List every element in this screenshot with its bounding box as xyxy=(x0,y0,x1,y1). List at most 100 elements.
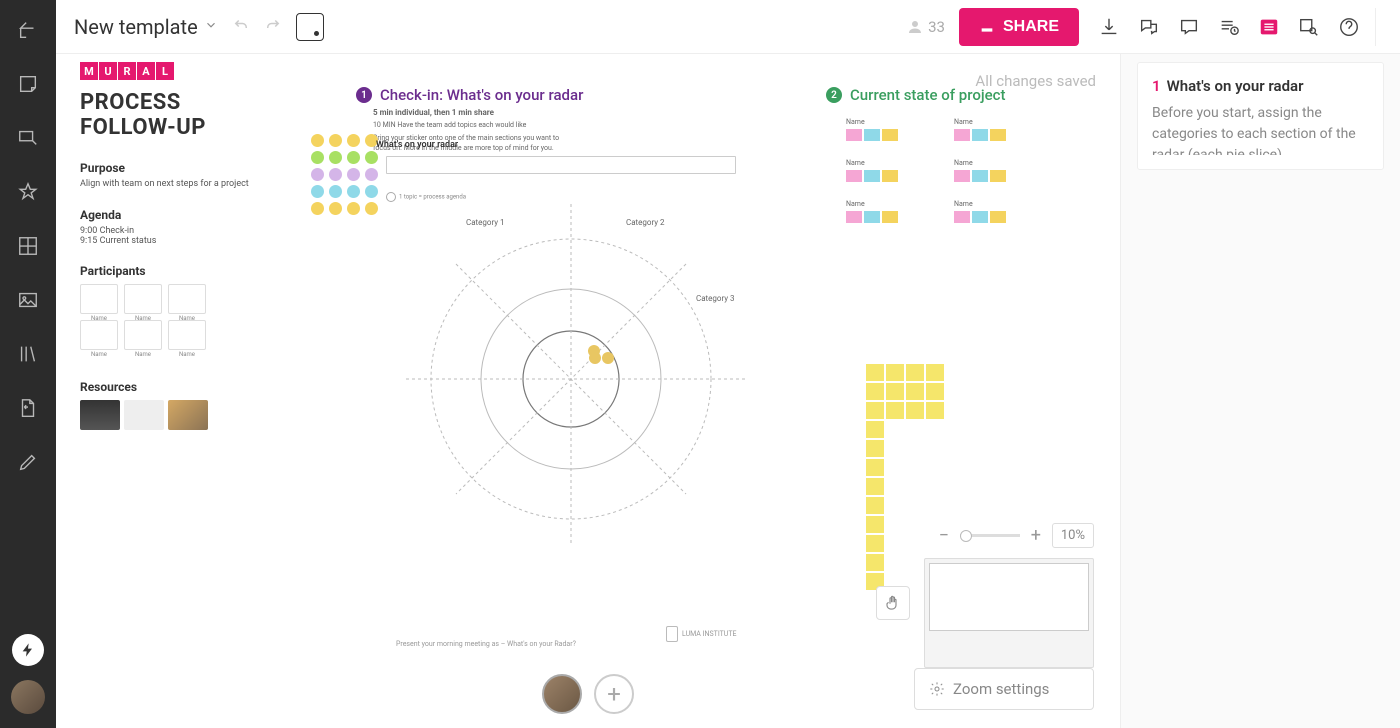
outline-icon[interactable] xyxy=(1255,13,1283,41)
dot-green[interactable] xyxy=(329,151,342,164)
resource-thumb[interactable] xyxy=(124,400,164,430)
zoom-slider[interactable]: − + 10% xyxy=(936,523,1094,548)
user-avatar[interactable] xyxy=(11,680,45,714)
sticky[interactable] xyxy=(866,554,884,571)
member-count[interactable]: 33 xyxy=(906,18,945,36)
sticky[interactable] xyxy=(906,402,924,419)
draw-icon[interactable] xyxy=(16,450,40,474)
collaborators: + xyxy=(542,674,634,714)
zoom-in-button[interactable]: + xyxy=(1028,525,1044,546)
participant-card[interactable] xyxy=(124,284,162,314)
chat-icon[interactable] xyxy=(1135,13,1163,41)
state-cell[interactable]: Name xyxy=(846,118,946,141)
import-icon[interactable] xyxy=(16,396,40,420)
sticky[interactable] xyxy=(906,383,924,400)
canvas[interactable]: All changes saved MURAL PROCESS FOLLOW-U… xyxy=(56,54,1120,728)
star-icon[interactable] xyxy=(16,180,40,204)
dot-blue[interactable] xyxy=(347,185,360,198)
title-chevron-icon[interactable] xyxy=(204,17,218,36)
radar-text-input[interactable] xyxy=(386,156,736,174)
dot-purple[interactable] xyxy=(311,168,324,181)
dot-blue[interactable] xyxy=(365,185,378,198)
export-icon[interactable] xyxy=(1095,13,1123,41)
redo-button[interactable] xyxy=(264,16,282,38)
resource-thumb[interactable] xyxy=(168,400,208,430)
state-cell[interactable]: Name xyxy=(954,118,1054,141)
dot-yellow[interactable] xyxy=(347,134,360,147)
find-icon[interactable] xyxy=(1295,13,1323,41)
sticky[interactable] xyxy=(866,402,884,419)
sticky[interactable] xyxy=(886,402,904,419)
comment-icon[interactable] xyxy=(1175,13,1203,41)
back-icon[interactable] xyxy=(16,18,40,42)
frameworks-icon[interactable] xyxy=(16,234,40,258)
sticky[interactable] xyxy=(866,440,884,457)
sticky[interactable] xyxy=(906,364,924,381)
zoom-track[interactable] xyxy=(960,534,1020,537)
image-icon[interactable] xyxy=(16,288,40,312)
dot-purple[interactable] xyxy=(365,168,378,181)
dot-yellow[interactable] xyxy=(329,134,342,147)
sticky[interactable] xyxy=(866,421,884,438)
category-3-label: Category 3 xyxy=(696,294,735,303)
collaborator-avatar[interactable] xyxy=(542,674,582,714)
dot-blue[interactable] xyxy=(329,185,342,198)
undo-button[interactable] xyxy=(232,16,250,38)
section-2-header[interactable]: 2 Current state of project xyxy=(826,86,1005,104)
sticky[interactable] xyxy=(926,364,944,381)
activity-icon[interactable] xyxy=(1215,13,1243,41)
dot-purple[interactable] xyxy=(329,168,342,181)
zoom-level[interactable]: 10% xyxy=(1052,523,1094,548)
participant-card[interactable] xyxy=(168,284,206,314)
outline-card[interactable]: 1What's on your radar Before you start, … xyxy=(1137,62,1384,170)
sticky-note-icon[interactable] xyxy=(16,72,40,96)
dot-green[interactable] xyxy=(311,151,324,164)
radar-chart[interactable]: Category 1 Category 2 Category 3 xyxy=(396,194,746,544)
shapes-icon[interactable] xyxy=(16,126,40,150)
default-sticky-button[interactable] xyxy=(296,13,324,41)
state-cell[interactable]: Name xyxy=(954,159,1054,182)
sticky[interactable] xyxy=(866,497,884,514)
pan-hand-button[interactable] xyxy=(876,586,910,620)
dot-green[interactable] xyxy=(365,151,378,164)
sticky[interactable] xyxy=(866,383,884,400)
dot-yellow[interactable] xyxy=(311,202,324,215)
quick-actions-icon[interactable] xyxy=(12,634,44,666)
help-icon[interactable] xyxy=(1335,13,1363,41)
files-icon[interactable] xyxy=(16,342,40,366)
zoom-settings-button[interactable]: Zoom settings xyxy=(914,668,1094,710)
dot-yellow[interactable] xyxy=(311,134,324,147)
sticky[interactable] xyxy=(866,516,884,533)
zoom-out-button[interactable]: − xyxy=(936,525,952,546)
sticky[interactable] xyxy=(886,364,904,381)
state-cell[interactable]: Name xyxy=(954,200,1054,223)
dot-yellow[interactable] xyxy=(329,202,342,215)
sticky[interactable] xyxy=(886,383,904,400)
sticky[interactable] xyxy=(926,383,944,400)
participant-card[interactable] xyxy=(80,320,118,350)
dot-yellow[interactable] xyxy=(347,202,360,215)
participant-card[interactable] xyxy=(168,320,206,350)
share-button[interactable]: SHARE xyxy=(959,8,1079,46)
state-cell[interactable]: Name xyxy=(846,159,946,182)
section-1-header[interactable]: 1 Check-in: What's on your radar xyxy=(356,86,583,104)
sticky[interactable] xyxy=(926,402,944,419)
sticky[interactable] xyxy=(866,535,884,552)
dot-blue[interactable] xyxy=(311,185,324,198)
sticky[interactable] xyxy=(866,478,884,495)
mural-title[interactable]: New template xyxy=(74,15,198,39)
state-cell[interactable]: Name xyxy=(846,200,946,223)
agenda-heading: Agenda xyxy=(80,208,310,222)
add-collaborator-button[interactable]: + xyxy=(594,674,634,714)
sticky[interactable] xyxy=(866,459,884,476)
participant-card[interactable] xyxy=(124,320,162,350)
minimap[interactable] xyxy=(924,558,1094,668)
dot-purple[interactable] xyxy=(347,168,360,181)
participant-card[interactable] xyxy=(80,284,118,314)
sticky[interactable] xyxy=(866,364,884,381)
radar-placed-dots[interactable] xyxy=(576,352,614,364)
dot-green[interactable] xyxy=(347,151,360,164)
resource-thumb[interactable] xyxy=(80,400,120,430)
dot-yellow[interactable] xyxy=(365,202,378,215)
participants-grid xyxy=(80,284,310,350)
